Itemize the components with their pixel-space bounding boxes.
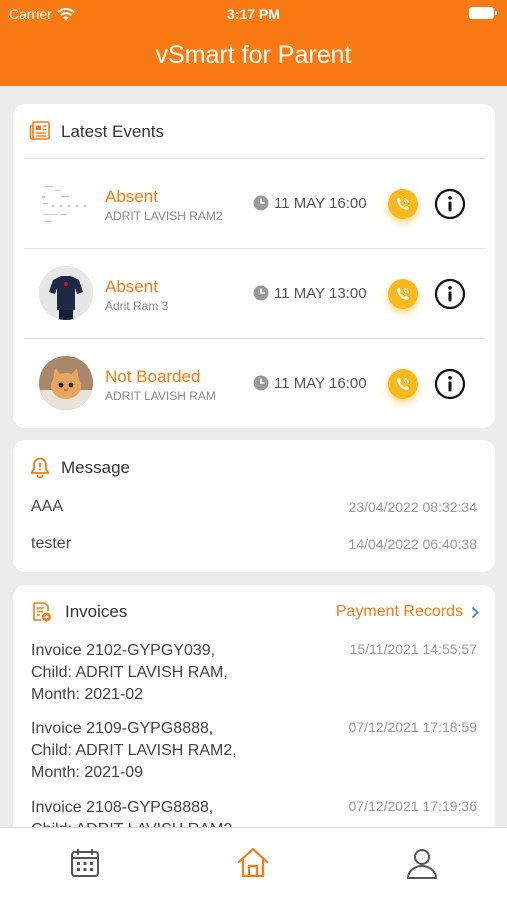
message-card[interactable]: Message AAA 23/04/2022 08:32:34 tester 1… — [13, 440, 495, 572]
news-icon — [29, 121, 50, 140]
bell-icon — [30, 457, 50, 478]
latest-events-card: Latest Events Absent ADRIT LAVISH RAM2 1… — [13, 104, 495, 428]
invoices-header: Invoices Payment Records — [13, 585, 495, 639]
invoice-icon — [33, 602, 51, 622]
avatar — [39, 356, 93, 410]
invoices-card: Invoices Payment Records Invoice 2102-GY… — [13, 585, 495, 845]
profile-icon[interactable] — [404, 845, 440, 881]
battery-icon — [469, 7, 497, 19]
message-header: Message — [13, 440, 495, 494]
event-status: Absent — [105, 277, 158, 296]
event-status: Absent — [105, 187, 158, 206]
home-icon[interactable] — [235, 845, 271, 881]
invoice-child: Child: ADRIT LAVISH RAM, — [31, 664, 228, 681]
invoice-date: 07/12/2021 17:18:59 — [348, 719, 477, 735]
call-button[interactable] — [388, 189, 418, 219]
tab-bar — [0, 827, 507, 900]
payment-records-link[interactable]: Payment Records — [336, 603, 479, 621]
clock-icon — [253, 285, 269, 301]
event-status: Not Boarded — [105, 367, 201, 386]
event-time: 11 MAY 16:00 — [274, 375, 367, 392]
message-date: 23/04/2022 08:32:34 — [348, 499, 477, 515]
invoice-details: Invoice 2109-GYPG8888, Child: ADRIT LAVI… — [31, 718, 331, 784]
phone-icon — [397, 287, 410, 300]
avatar — [39, 266, 93, 320]
event-row[interactable]: Absent ADRIT LAVISH RAM2 11 MAY 16:00 — [24, 158, 486, 248]
event-child-name: ADRIT LAVISH RAM — [105, 389, 216, 403]
info-icon[interactable] — [434, 368, 466, 400]
invoice-child: Child: ADRIT LAVISH RAM2, — [31, 742, 237, 759]
clock-icon — [253, 375, 269, 391]
info-icon[interactable] — [434, 188, 466, 220]
invoice-number: Invoice 2109-GYPG8888, — [31, 720, 214, 737]
chevron-right-icon — [471, 606, 479, 618]
call-button[interactable] — [388, 369, 418, 399]
invoice-date: 15/11/2021 14:55:57 — [349, 641, 477, 657]
message-text: tester — [31, 535, 72, 552]
phone-icon — [397, 377, 410, 390]
event-child-name: ADRIT LAVISH RAM2 — [105, 209, 223, 223]
event-row[interactable]: Not Boarded ADRIT LAVISH RAM 11 MAY 16:0… — [24, 338, 486, 428]
invoices-title: Invoices — [65, 602, 128, 621]
event-time: 11 MAY 16:00 — [274, 195, 367, 212]
phone-icon — [397, 197, 410, 210]
invoice-number: Invoice 2108-GYPG8888, — [31, 799, 214, 816]
info-icon[interactable] — [434, 278, 466, 310]
call-button[interactable] — [388, 279, 418, 309]
event-child-name: Adrit Ram 3 — [105, 299, 169, 313]
latest-events-header: Latest Events — [13, 104, 495, 158]
avatar — [39, 176, 93, 230]
event-time: 11 MAY 13:00 — [274, 285, 367, 302]
app-header: Carrier 3:17 PM vSmart for Parent — [0, 0, 507, 86]
message-date: 14/04/2022 06:40:38 — [348, 536, 477, 552]
calendar-icon[interactable] — [67, 845, 103, 881]
invoice-details: Invoice 2102-GYPGY039, Child: ADRIT LAVI… — [31, 640, 331, 706]
latest-events-title: Latest Events — [61, 122, 165, 141]
status-time: 3:17 PM — [227, 6, 280, 22]
clock-icon — [253, 195, 269, 211]
invoice-date: 07/12/2021 17:19:36 — [348, 798, 477, 814]
message-title: Message — [61, 458, 130, 477]
message-text: AAA — [31, 498, 64, 515]
invoice-month: Month: 2021-09 — [31, 764, 144, 781]
event-row[interactable]: Absent Adrit Ram 3 11 MAY 13:00 — [24, 248, 486, 338]
invoice-month: Month: 2021-02 — [31, 686, 144, 703]
status-bar: Carrier 3:17 PM — [0, 0, 507, 28]
invoice-number: Invoice 2102-GYPGY039, — [31, 642, 216, 659]
page-title: vSmart for Parent — [155, 41, 352, 69]
payment-records-label: Payment Records — [335, 603, 463, 620]
